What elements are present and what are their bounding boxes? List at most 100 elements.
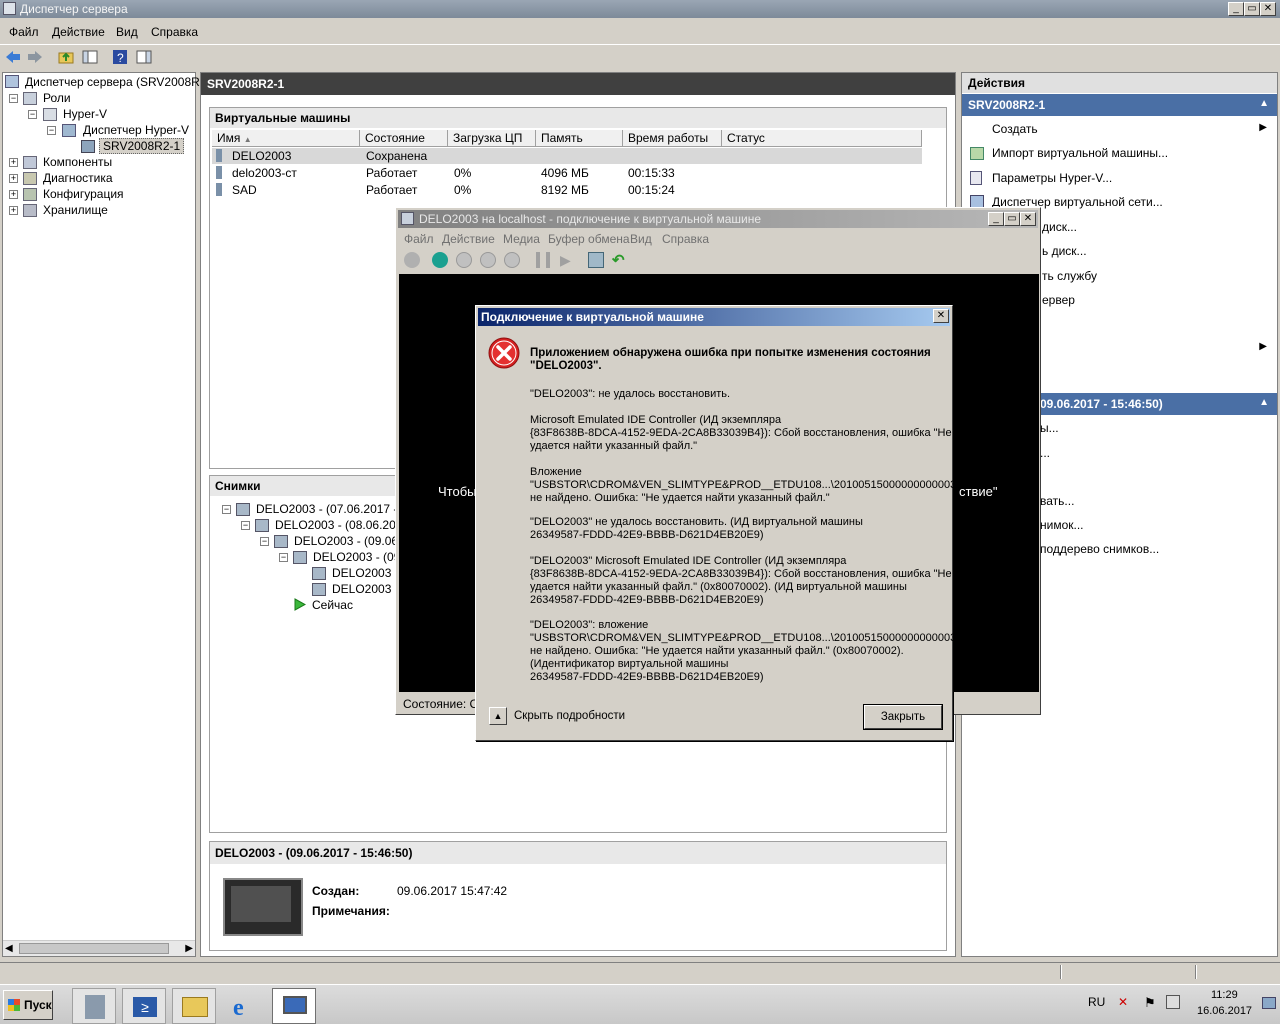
vm-menu-view[interactable]: Вид: [630, 232, 652, 246]
up-folder-icon[interactable]: [58, 49, 74, 65]
tree-item-hyperv[interactable]: Hyper-V: [63, 107, 107, 121]
action-inspect-disk[interactable]: ь диск...: [1042, 244, 1087, 258]
tree-item-storage[interactable]: Хранилище: [43, 203, 108, 217]
action-center-flag-icon[interactable]: ⚑: [1144, 995, 1156, 1011]
taskbar-explorer[interactable]: [172, 988, 216, 1024]
snapshot-item[interactable]: DELO2003 -: [332, 566, 399, 580]
snapshot-item[interactable]: DELO2003 - (09.06.2: [294, 534, 408, 548]
collapse-snapshot-icon[interactable]: −: [241, 521, 250, 530]
menu-file[interactable]: Файл: [9, 25, 39, 39]
dialog-close-action-button[interactable]: Закрыть: [863, 704, 943, 730]
tree-horizontal-scrollbar[interactable]: ◀ ▶: [3, 940, 195, 956]
action-delete-snapshot[interactable]: нимок...: [1040, 518, 1084, 532]
action-remove-server[interactable]: ервер: [1042, 293, 1075, 307]
revert-icon[interactable]: ↶: [612, 251, 628, 269]
vm-menu-media[interactable]: Медиа: [503, 232, 540, 246]
action-rename[interactable]: вать...: [1040, 494, 1074, 508]
start-button[interactable]: Пуск: [3, 990, 53, 1020]
minimize-button[interactable]: _: [1228, 2, 1244, 16]
action-stop-service[interactable]: ть службу: [1042, 269, 1097, 283]
turn-off-icon[interactable]: [456, 252, 472, 268]
collapse-snapshot-icon[interactable]: −: [279, 553, 288, 562]
dialog-close-button[interactable]: ✕: [933, 309, 949, 323]
taskbar-vm-connect[interactable]: [272, 988, 316, 1024]
table-row[interactable]: SAD Работает 0% 8192 МБ 00:15:24: [212, 182, 922, 198]
language-indicator[interactable]: RU: [1088, 995, 1105, 1009]
taskbar-ie[interactable]: e: [222, 988, 266, 1024]
network-icon[interactable]: [1166, 995, 1180, 1009]
expand-diagnostics-icon[interactable]: +: [9, 174, 18, 183]
vm-menu-clipboard[interactable]: Буфер обмена: [548, 232, 630, 246]
vm-minimize-button[interactable]: _: [988, 212, 1004, 226]
shutdown-icon[interactable]: [480, 252, 496, 268]
scroll-left-icon[interactable]: ◀: [5, 943, 13, 954]
tree-item-server[interactable]: SRV2008R2-1: [99, 138, 185, 154]
tree-item-roles[interactable]: Роли: [43, 91, 71, 105]
maximize-button[interactable]: ▭: [1244, 2, 1260, 16]
vm-maximize-button[interactable]: ▭: [1004, 212, 1020, 226]
col-status[interactable]: Статус: [722, 130, 922, 146]
scroll-thumb[interactable]: [19, 943, 169, 954]
vm-menu-action[interactable]: Действие: [442, 232, 495, 246]
reset-icon[interactable]: ▶: [560, 252, 576, 268]
ctrl-alt-del-icon[interactable]: [404, 252, 420, 268]
expand-components-icon[interactable]: +: [9, 158, 18, 167]
collapse-hvmanager-icon[interactable]: −: [47, 126, 56, 135]
table-row[interactable]: delo2003-ст Работает 0% 4096 МБ 00:15:33: [212, 165, 922, 181]
col-uptime[interactable]: Время работы: [623, 130, 722, 146]
snapshot-item[interactable]: DELO2003 -: [332, 582, 399, 596]
menu-help[interactable]: Справка: [151, 25, 198, 39]
expand-configuration-icon[interactable]: +: [9, 190, 18, 199]
collapse-snapshot-icon[interactable]: −: [222, 505, 231, 514]
pause-icon[interactable]: [536, 252, 550, 268]
start-icon[interactable]: [432, 252, 448, 268]
collapse-up-icon[interactable]: ▲: [1259, 397, 1269, 408]
toggle-details-label[interactable]: Скрыть подробности: [514, 710, 625, 722]
scroll-right-icon[interactable]: ▶: [185, 943, 193, 954]
show-hide-console-tree-icon[interactable]: [82, 49, 98, 65]
action-delete-subtree[interactable]: поддерево снимков...: [1040, 542, 1159, 556]
table-row[interactable]: DELO2003 Сохранена: [212, 148, 922, 164]
col-cpu[interactable]: Загрузка ЦП: [448, 130, 536, 146]
close-button[interactable]: ✕: [1260, 2, 1276, 16]
vm-menu-file[interactable]: Файл: [404, 232, 434, 246]
volume-muted-icon[interactable]: ✕: [1118, 995, 1132, 1009]
save-state-icon[interactable]: [504, 252, 520, 268]
expand-storage-icon[interactable]: +: [9, 206, 18, 215]
collapse-hyperv-icon[interactable]: −: [28, 110, 37, 119]
forward-arrow-icon[interactable]: [27, 49, 43, 65]
tree-item-hyperv-manager[interactable]: Диспетчер Hyper-V: [83, 123, 189, 137]
snapshot-item[interactable]: DELO2003 - (08.06.2017: [275, 518, 409, 532]
taskbar-powershell[interactable]: ≥: [122, 988, 166, 1024]
action-import-vm[interactable]: Импорт виртуальной машины...: [992, 146, 1168, 160]
action-snapshot-settings[interactable]: ы...: [1040, 421, 1059, 435]
toggle-details-button[interactable]: ▲: [489, 707, 507, 725]
action-create[interactable]: Создать: [992, 122, 1038, 136]
col-state[interactable]: Состояние: [360, 130, 448, 146]
tree-item-components[interactable]: Компоненты: [43, 155, 112, 169]
show-hide-action-pane-icon[interactable]: [136, 49, 152, 65]
back-arrow-icon[interactable]: [5, 49, 21, 65]
collapse-roles-icon[interactable]: −: [9, 94, 18, 103]
collapse-snapshot-icon[interactable]: −: [260, 537, 269, 546]
clock-time[interactable]: 11:29: [1211, 989, 1238, 1001]
tree-item-diagnostics[interactable]: Диагностика: [43, 171, 113, 185]
menu-view[interactable]: Вид: [116, 25, 138, 39]
taskbar-server-manager[interactable]: [72, 988, 116, 1024]
action-apply[interactable]: ...: [1040, 446, 1050, 460]
collapse-up-icon[interactable]: ▲: [1259, 98, 1269, 109]
action-hyperv-settings[interactable]: Параметры Hyper-V...: [992, 171, 1112, 185]
vm-menu-help[interactable]: Справка: [662, 232, 709, 246]
show-desktop-icon[interactable]: [1262, 997, 1276, 1009]
menu-action[interactable]: Действие: [52, 25, 105, 39]
snapshot-now[interactable]: Сейчас: [312, 598, 353, 612]
vm-close-button[interactable]: ✕: [1020, 212, 1036, 226]
clock-date[interactable]: 16.06.2017: [1197, 1005, 1252, 1017]
tree-root[interactable]: Диспетчер сервера (SRV2008R2-: [25, 75, 210, 89]
col-name[interactable]: Имя ▲: [212, 130, 360, 146]
tree-item-configuration[interactable]: Конфигурация: [43, 187, 124, 201]
action-edit-disk[interactable]: диск...: [1042, 220, 1077, 234]
col-memory[interactable]: Память: [536, 130, 623, 146]
snapshot-take-icon[interactable]: [588, 252, 604, 268]
actions-server-header[interactable]: SRV2008R2-1 ▲: [962, 94, 1277, 116]
